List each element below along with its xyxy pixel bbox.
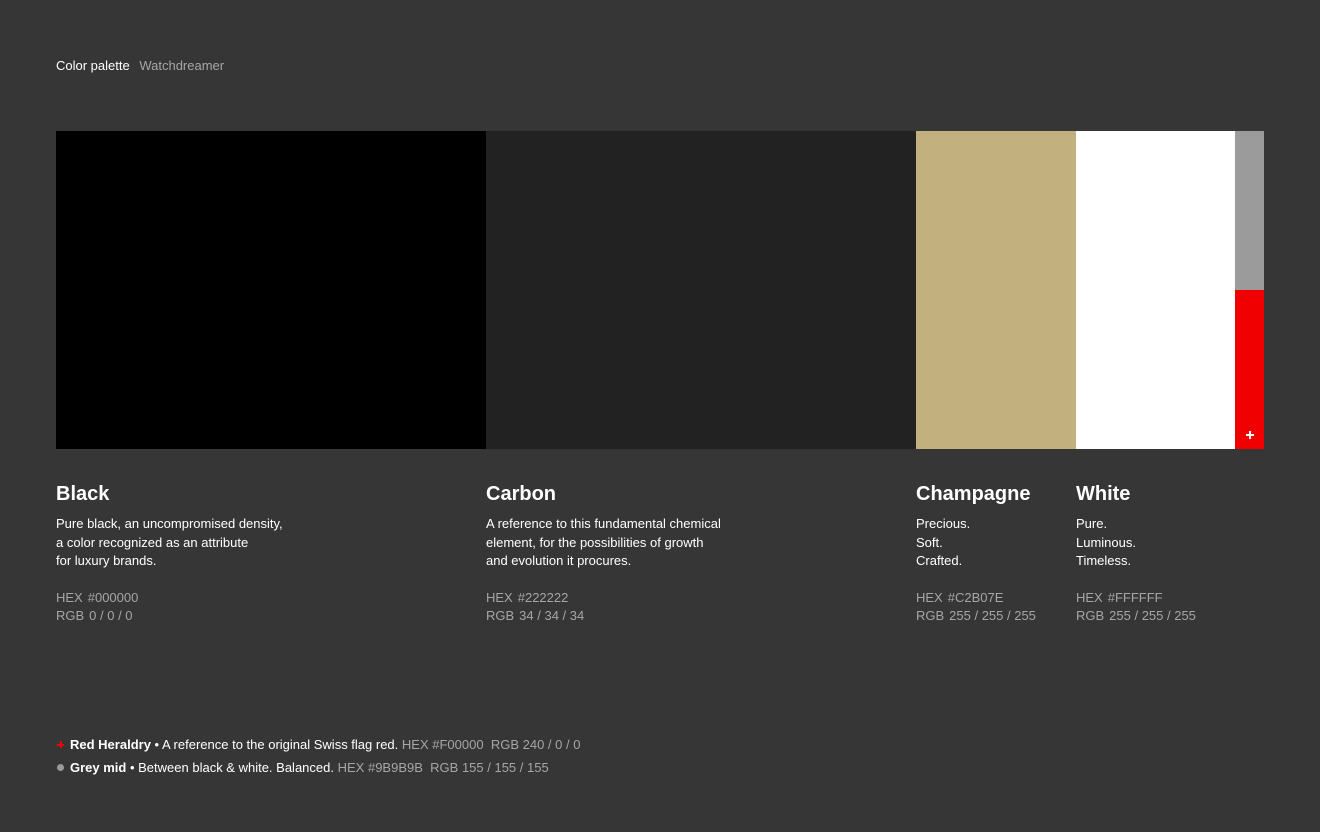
swiss-cross-icon (1246, 431, 1254, 439)
rgb-value: 155 / 155 / 155 (461, 760, 549, 775)
rgb-code: RGB 34 / 34 / 34 (486, 607, 721, 626)
color-description: Pure. Luminous. Timeless. (1076, 515, 1196, 571)
swatch-carbon (486, 131, 916, 449)
rgb-value: 240 / 0 / 0 (522, 737, 581, 752)
color-info-champagne: Champagne Precious. Soft. Crafted. HEX #C… (916, 483, 1036, 626)
hex-code: HEX #FFFFFF (1076, 589, 1196, 608)
swatch-white (1076, 131, 1235, 449)
hex-value: #000000 (87, 589, 139, 605)
rgb-label: RGB (430, 760, 459, 775)
swatch-red-heraldry (1235, 290, 1264, 449)
hex-code: HEX #000000 (56, 589, 283, 608)
description-line: Pure black, an uncompromised density, (56, 516, 283, 531)
rgb-label: RGB (1076, 608, 1105, 623)
hex-value: #F00000 (432, 737, 484, 752)
description-line: Luminous. (1076, 534, 1136, 550)
hex-value: #222222 (517, 589, 569, 605)
rgb-label: RGB (916, 608, 945, 623)
rgb-value: 0 / 0 / 0 (89, 608, 133, 623)
rgb-value: 34 / 34 / 34 (519, 608, 585, 623)
rgb-label: RGB (56, 608, 85, 623)
rgb-label: RGB (486, 608, 515, 623)
color-info-carbon: Carbon A reference to this fundamental c… (486, 483, 721, 626)
rgb-code: RGB 255 / 255 / 255 (1076, 607, 1196, 626)
footnote-separator: • (150, 737, 162, 752)
color-codes: HEX #222222 RGB 34 / 34 / 34 (486, 589, 721, 626)
color-info-white: White Pure. Luminous. Timeless. HEX #FFFF… (1076, 483, 1196, 626)
color-codes: HEX #C2B07E RGB 255 / 255 / 255 (916, 589, 1036, 626)
swatch-grey-mid (1235, 131, 1264, 290)
hex-label: HEX (56, 589, 83, 605)
rgb-value: 255 / 255 / 255 (1109, 608, 1196, 623)
footnote-name: Red Heraldry (70, 737, 151, 752)
footnote-text: Between black & white. Balanced. (138, 760, 334, 775)
color-description: Precious. Soft. Crafted. (916, 515, 1036, 571)
page-header: Color palette Watchdreamer (56, 58, 224, 73)
color-name: White (1076, 483, 1131, 505)
description-line: Soft. (916, 534, 943, 550)
color-description: A reference to this fundamental chemical… (486, 515, 721, 571)
color-codes: HEX #FFFFFF RGB 255 / 255 / 255 (1076, 589, 1196, 626)
rgb-value: 255 / 255 / 255 (949, 608, 1036, 623)
description-line: a color recognized as an attribute (56, 534, 249, 550)
page-subtitle: Watchdreamer (139, 58, 225, 73)
hex-label: HEX (337, 760, 365, 775)
description-line: Pure. (1076, 516, 1108, 531)
rgb-code: RGB 255 / 255 / 255 (916, 607, 1036, 626)
grey-dot-icon (57, 764, 64, 771)
hex-label: HEX (486, 589, 513, 605)
rgb-label: RGB (490, 737, 519, 752)
color-name: Carbon (486, 483, 556, 505)
hex-value: #C2B07E (947, 589, 1004, 605)
color-description: Pure black, an uncompromised density, a … (56, 515, 283, 571)
description-line: Crafted. (916, 553, 963, 568)
description-line: A reference to this fundamental chemical (486, 516, 721, 531)
footnote-name: Grey mid (70, 760, 127, 775)
color-info-black: Black Pure black, an uncompromised densi… (56, 483, 283, 626)
swatch-champagne (916, 131, 1076, 449)
description-line: Timeless. (1076, 553, 1132, 568)
hex-value: #FFFFFF (1107, 589, 1163, 605)
color-name: Black (56, 483, 110, 505)
footnote-text: A reference to the original Swiss flag r… (161, 737, 399, 752)
page-title: Color palette (56, 58, 130, 73)
description-line: for luxury brands. (56, 553, 157, 568)
color-name: Champagne (916, 483, 1031, 505)
red-cross-icon (57, 741, 64, 748)
hex-label: HEX (1076, 589, 1103, 605)
footnote-separator: • (126, 760, 139, 775)
description-line: Precious. (916, 516, 971, 531)
hex-code: HEX #222222 (486, 589, 721, 608)
color-codes: HEX #000000 RGB 0 / 0 / 0 (56, 589, 283, 626)
description-line: and evolution it procures. (486, 553, 632, 568)
description-line: element, for the possibilities of growth (486, 534, 704, 550)
hex-value: #9B9B9B (367, 760, 423, 775)
accent-footnotes: Red Heraldry • A reference to the origin… (56, 733, 580, 779)
swatch-black (56, 131, 486, 449)
hex-label: HEX (401, 737, 429, 752)
hex-code: HEX #C2B07E (916, 589, 1036, 608)
footnote-red-heraldry: Red Heraldry • A reference to the origin… (56, 733, 580, 756)
footnote-grey-mid: Grey mid • Between black & white. Balanc… (56, 756, 580, 779)
hex-label: HEX (916, 589, 943, 605)
swatch-row (56, 131, 1264, 449)
rgb-code: RGB 0 / 0 / 0 (56, 607, 283, 626)
